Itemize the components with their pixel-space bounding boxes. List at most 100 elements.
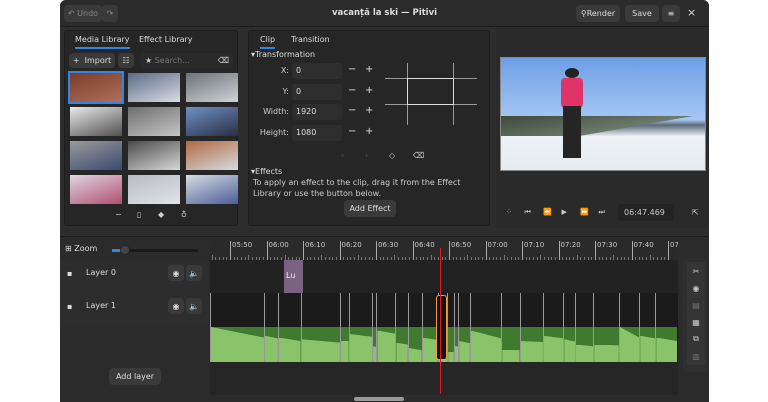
save-button[interactable]: Save [625, 5, 659, 22]
detach-viewer-icon[interactable]: ⇱ [692, 208, 699, 217]
layer-visibility-eye-icon[interactable]: ◉ [168, 298, 184, 314]
search-input[interactable]: ★ Search... ⌫ [141, 53, 233, 68]
layer-header[interactable]: ▪ Layer 1 ◉ 🔈 [60, 293, 208, 327]
media-thumbnail[interactable] [128, 107, 180, 136]
ruler-label: 06:40 [412, 241, 435, 260]
tab-effect-library[interactable]: Effect Library [139, 35, 193, 44]
tab-transition[interactable]: Transition [291, 35, 330, 44]
keyframe-add-icon[interactable]: ◉ [687, 279, 705, 297]
next-keyframe-icon[interactable]: › [365, 151, 368, 160]
add-layer-button[interactable]: Add layer [109, 368, 161, 385]
video-clip[interactable] [639, 293, 656, 362]
remove-icon[interactable]: − [115, 210, 122, 219]
title-clip[interactable]: Lu [284, 260, 303, 293]
video-clip[interactable] [575, 293, 594, 362]
clear-search-icon[interactable]: ⌫ [218, 56, 229, 65]
media-thumbnail[interactable] [70, 107, 122, 136]
media-thumbnail[interactable] [186, 107, 238, 136]
media-thumbnail[interactable] [70, 141, 122, 170]
media-thumbnail[interactable] [128, 73, 180, 102]
video-clip[interactable] [519, 293, 543, 362]
list-view-toggle-icon[interactable]: ☷ [118, 53, 134, 68]
split-scissors-icon[interactable]: ✂ [687, 262, 705, 280]
video-clip[interactable] [458, 293, 470, 362]
transform-field-input[interactable]: 1080 [292, 124, 342, 141]
header-bar: ↶ Undo ↷ vacanță la ski — Pitivi ⚲ Render… [60, 0, 709, 27]
skip-to-end-icon[interactable]: ⏭ [599, 208, 605, 217]
media-thumbnail[interactable] [128, 175, 180, 204]
video-preview[interactable] [500, 57, 706, 171]
import-button[interactable]: + Import [69, 53, 115, 68]
transformation-expander[interactable]: ▾Transformation [251, 50, 315, 59]
timeline-scrollbar[interactable] [354, 397, 404, 401]
decrement-button[interactable]: − [348, 64, 356, 75]
add-effect-button[interactable]: Add Effect [344, 200, 396, 217]
reset-eraser-icon[interactable]: ⌫ [413, 151, 424, 160]
decrement-button[interactable]: − [348, 85, 356, 96]
media-thumbnail[interactable] [186, 141, 238, 170]
increment-button[interactable]: + [365, 85, 373, 96]
transform-field-input[interactable]: 0 [292, 83, 342, 100]
media-thumbnail[interactable] [128, 141, 180, 170]
layer-audio-speaker-icon[interactable]: 🔈 [186, 265, 202, 281]
clip-properties-icon[interactable]: ▯ [137, 210, 141, 219]
tag-icon[interactable]: ◆ [158, 210, 164, 219]
media-thumbnail[interactable] [186, 73, 238, 102]
transform-field-input[interactable]: 0 [292, 63, 342, 79]
selected-clip[interactable] [436, 295, 447, 360]
rewind-icon[interactable]: ⏪ [543, 208, 552, 216]
video-clip[interactable] [501, 293, 520, 362]
snapshot-icon[interactable]: ▥ [687, 347, 705, 365]
play-icon[interactable]: ▶ [562, 208, 567, 216]
ruler-label: 06:00 [266, 241, 289, 260]
video-clip[interactable] [542, 293, 564, 362]
video-clip[interactable] [395, 293, 408, 362]
video-clip[interactable] [376, 293, 396, 362]
increment-button[interactable]: + [365, 126, 373, 137]
decrement-button[interactable]: − [348, 126, 356, 137]
render-button[interactable]: ⚲ Render [576, 5, 620, 22]
video-clip[interactable] [563, 293, 575, 362]
video-clip[interactable] [469, 293, 502, 362]
close-button[interactable]: × [687, 6, 696, 19]
layer-header[interactable]: ▪ Layer 0 ◉ 🔈 [60, 260, 208, 293]
layer-visibility-eye-icon[interactable]: ◉ [168, 265, 184, 281]
ungroup-icon[interactable]: ▤ [687, 296, 705, 314]
fast-forward-icon[interactable]: ⏩ [580, 208, 589, 216]
video-clip[interactable] [339, 293, 349, 362]
keyframe-icon[interactable]: ◇ [389, 151, 395, 160]
timeline-ruler[interactable]: 05:50 06:00 06:10 06:20 06:30 06:40 06:50 07:00… [210, 238, 678, 260]
video-clip[interactable] [655, 293, 678, 362]
transform-field-input[interactable]: 1920 [292, 104, 342, 120]
increment-button[interactable]: + [365, 64, 373, 75]
media-thumbnail[interactable] [186, 175, 238, 204]
video-clip[interactable] [593, 293, 619, 362]
video-clip[interactable] [210, 293, 265, 362]
tab-clip[interactable]: Clip [260, 35, 276, 49]
decrement-button[interactable]: − [348, 105, 356, 116]
hamburger-menu-icon[interactable]: ≡ [662, 5, 680, 22]
playhead[interactable] [439, 248, 441, 394]
tab-media-library[interactable]: Media Library [75, 35, 130, 49]
proxy-icon[interactable]: ♁ [181, 210, 187, 219]
media-thumbnail[interactable] [70, 175, 122, 204]
increment-button[interactable]: + [365, 105, 373, 116]
video-clip[interactable] [348, 293, 373, 362]
video-clip[interactable] [264, 293, 278, 362]
skip-to-start-icon[interactable]: ⏮ [525, 208, 531, 217]
grid-icon[interactable]: ⁘ [506, 208, 512, 216]
video-clip[interactable] [300, 293, 340, 362]
timecode-field[interactable]: 06:47.469 [618, 204, 674, 221]
previous-keyframe-icon[interactable]: ‹ [341, 151, 344, 160]
video-clip[interactable] [407, 293, 422, 362]
field-label: Width: [263, 107, 289, 116]
group-icon[interactable]: ▦ [687, 313, 705, 331]
effects-expander[interactable]: ▾Effects [251, 167, 282, 176]
video-clip[interactable] [618, 293, 640, 362]
layer-audio-speaker-icon[interactable]: 🔈 [186, 298, 202, 314]
zoom-slider[interactable] [112, 245, 198, 255]
media-thumbnail[interactable] [68, 71, 124, 104]
align-icon[interactable]: ⧉ [687, 330, 705, 348]
audio-waveform [576, 327, 594, 362]
video-clip[interactable] [277, 293, 301, 362]
